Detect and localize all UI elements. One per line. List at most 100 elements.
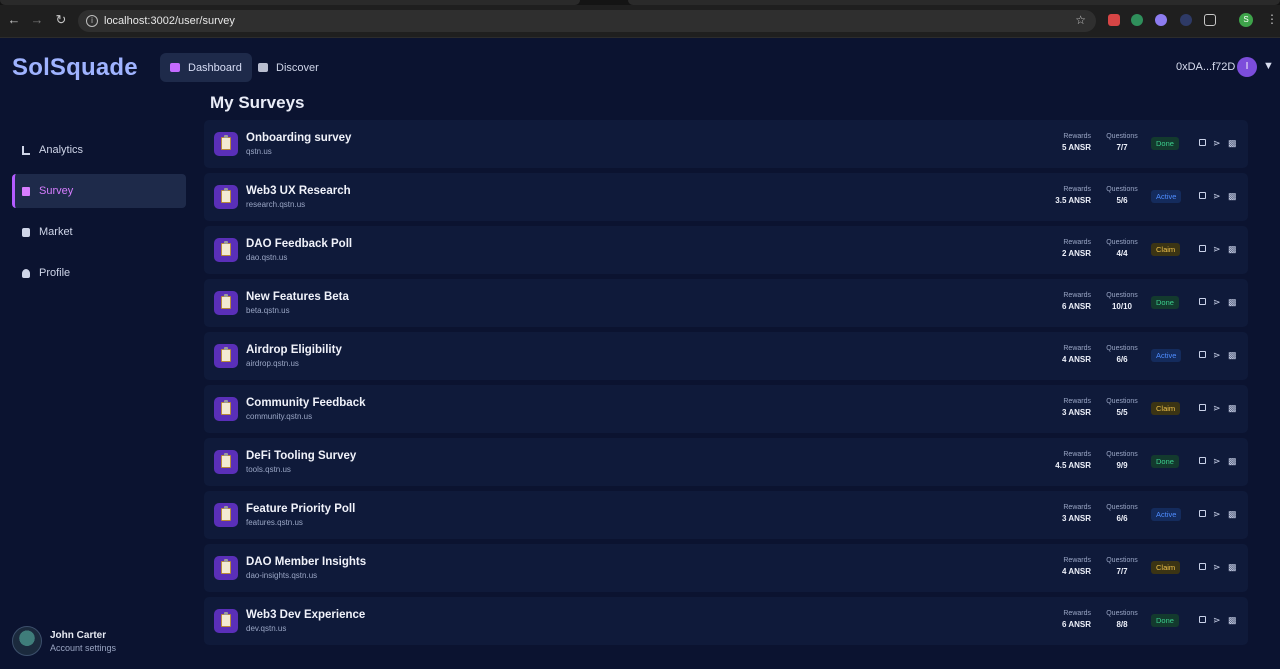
- share-icon[interactable]: ⋗: [1213, 298, 1222, 307]
- stats-icon[interactable]: ▩: [1228, 298, 1237, 307]
- sidebar-item-profile[interactable]: Profile: [12, 256, 186, 290]
- bookmark-star-icon[interactable]: ☆: [1075, 13, 1086, 27]
- reload-icon[interactable]: ↻: [54, 13, 68, 27]
- survey-domain: community.qstn.us: [246, 412, 313, 421]
- account-footer[interactable]: John Carter Account settings: [12, 626, 116, 656]
- survey-title[interactable]: Web3 Dev Experience: [246, 609, 365, 621]
- copy-icon[interactable]: [1199, 298, 1206, 305]
- sidebar-item-analytics[interactable]: Analytics: [12, 133, 186, 167]
- survey-row[interactable]: Feature Priority Poll features.qstn.us R…: [204, 491, 1248, 539]
- survey-row[interactable]: DeFi Tooling Survey tools.qstn.us Reward…: [204, 438, 1248, 486]
- extension-icon[interactable]: [1180, 14, 1192, 26]
- sidebar-item-survey[interactable]: Survey: [12, 174, 186, 208]
- extension-icon[interactable]: [1155, 14, 1167, 26]
- survey-row[interactable]: Web3 UX Research research.qstn.us Reward…: [204, 173, 1248, 221]
- status-badge[interactable]: Claim: [1151, 561, 1181, 574]
- stats-icon[interactable]: ▩: [1228, 139, 1237, 148]
- brand-logo[interactable]: SolSquade: [12, 54, 138, 82]
- status-badge[interactable]: Done: [1151, 137, 1179, 150]
- site-info-icon[interactable]: i: [86, 15, 98, 27]
- survey-title[interactable]: Feature Priority Poll: [246, 503, 355, 515]
- wallet-address[interactable]: 0xDA...f72D: [1176, 61, 1235, 73]
- address-url[interactable]: localhost:3002/user/survey: [104, 15, 235, 27]
- survey-domain: features.qstn.us: [246, 518, 303, 527]
- status-badge[interactable]: Active: [1151, 190, 1182, 203]
- survey-title[interactable]: Onboarding survey: [246, 132, 351, 144]
- survey-row[interactable]: Onboarding survey qstn.us Rewards 5 ANSR…: [204, 120, 1248, 168]
- nav-dashboard[interactable]: Dashboard: [160, 53, 252, 82]
- copy-icon[interactable]: [1199, 351, 1206, 358]
- stats-icon[interactable]: ▩: [1228, 245, 1237, 254]
- stats-icon[interactable]: ▩: [1228, 616, 1237, 625]
- survey-title[interactable]: DeFi Tooling Survey: [246, 450, 356, 462]
- stats-icon[interactable]: ▩: [1228, 404, 1237, 413]
- share-icon[interactable]: ⋗: [1213, 457, 1222, 466]
- browser-tab[interactable]: [628, 0, 1280, 5]
- copy-icon[interactable]: [1199, 404, 1206, 411]
- status-badge[interactable]: Active: [1151, 349, 1182, 362]
- sidebar-item-label: Market: [39, 226, 73, 238]
- browser-menu-icon[interactable]: ⋮: [1266, 12, 1278, 26]
- forward-icon[interactable]: →: [30, 13, 44, 27]
- share-icon[interactable]: ⋗: [1213, 192, 1222, 201]
- share-icon[interactable]: ⋗: [1213, 139, 1222, 148]
- status-badge[interactable]: Done: [1151, 614, 1179, 627]
- survey-domain: dao.qstn.us: [246, 253, 288, 262]
- browser-profile-avatar[interactable]: S: [1239, 13, 1253, 27]
- share-icon[interactable]: ⋗: [1213, 245, 1222, 254]
- stats-icon[interactable]: ▩: [1228, 457, 1237, 466]
- survey-title[interactable]: Community Feedback: [246, 397, 366, 409]
- home-icon: [170, 63, 180, 72]
- survey-title[interactable]: New Features Beta: [246, 291, 349, 303]
- survey-row[interactable]: DAO Member Insights dao-insights.qstn.us…: [204, 544, 1248, 592]
- avatar[interactable]: [12, 626, 42, 656]
- status-badge[interactable]: Claim: [1151, 243, 1181, 256]
- share-icon[interactable]: ⋗: [1213, 351, 1222, 360]
- user-avatar[interactable]: I: [1237, 57, 1257, 77]
- survey-row[interactable]: Airdrop Eligibility airdrop.qstn.us Rewa…: [204, 332, 1248, 380]
- briefcase-icon: [258, 63, 268, 72]
- status-badge[interactable]: Active: [1151, 508, 1182, 521]
- share-icon[interactable]: ⋗: [1213, 404, 1222, 413]
- sidebar-item-market[interactable]: Market: [12, 215, 186, 249]
- copy-icon[interactable]: [1199, 192, 1206, 199]
- extension-icon[interactable]: [1108, 14, 1120, 26]
- nav-discover[interactable]: Discover: [248, 53, 329, 82]
- share-icon[interactable]: ⋗: [1213, 563, 1222, 572]
- survey-row[interactable]: DAO Feedback Poll dao.qstn.us Rewards 2 …: [204, 226, 1248, 274]
- survey-title[interactable]: DAO Feedback Poll: [246, 238, 352, 250]
- survey-row[interactable]: New Features Beta beta.qstn.us Rewards 6…: [204, 279, 1248, 327]
- survey-title[interactable]: Web3 UX Research: [246, 185, 351, 197]
- stats-icon[interactable]: ▩: [1228, 510, 1237, 519]
- copy-icon[interactable]: [1199, 245, 1206, 252]
- copy-icon[interactable]: [1199, 139, 1206, 146]
- copy-icon[interactable]: [1199, 457, 1206, 464]
- share-icon[interactable]: ⋗: [1213, 510, 1222, 519]
- status-badge[interactable]: Done: [1151, 296, 1179, 309]
- survey-domain: qstn.us: [246, 147, 272, 156]
- copy-icon[interactable]: [1199, 510, 1206, 517]
- bar-chart-icon: [22, 145, 30, 155]
- status-badge[interactable]: Done: [1151, 455, 1179, 468]
- stats-icon[interactable]: ▩: [1228, 351, 1237, 360]
- survey-title[interactable]: DAO Member Insights: [246, 556, 366, 568]
- survey-row[interactable]: Web3 Dev Experience dev.qstn.us Rewards …: [204, 597, 1248, 645]
- survey-row[interactable]: Community Feedback community.qstn.us Rew…: [204, 385, 1248, 433]
- chevron-down-icon[interactable]: ▼: [1263, 60, 1274, 72]
- back-icon[interactable]: ←: [7, 13, 21, 27]
- survey-list: Onboarding survey qstn.us Rewards 5 ANSR…: [204, 120, 1248, 650]
- share-icon[interactable]: ⋗: [1213, 616, 1222, 625]
- browser-tab[interactable]: [0, 0, 580, 5]
- copy-icon[interactable]: [1199, 563, 1206, 570]
- account-settings-link[interactable]: Account settings: [50, 643, 116, 653]
- copy-icon[interactable]: [1199, 616, 1206, 623]
- survey-domain: airdrop.qstn.us: [246, 359, 299, 368]
- address-bar[interactable]: i localhost:3002/user/survey ☆: [78, 10, 1096, 32]
- stats-icon[interactable]: ▩: [1228, 192, 1237, 201]
- survey-domain: dao-insights.qstn.us: [246, 571, 318, 580]
- survey-title[interactable]: Airdrop Eligibility: [246, 344, 342, 356]
- extension-icon[interactable]: [1131, 14, 1143, 26]
- status-badge[interactable]: Claim: [1151, 402, 1181, 415]
- extensions-puzzle-icon[interactable]: [1204, 14, 1216, 26]
- stats-icon[interactable]: ▩: [1228, 563, 1237, 572]
